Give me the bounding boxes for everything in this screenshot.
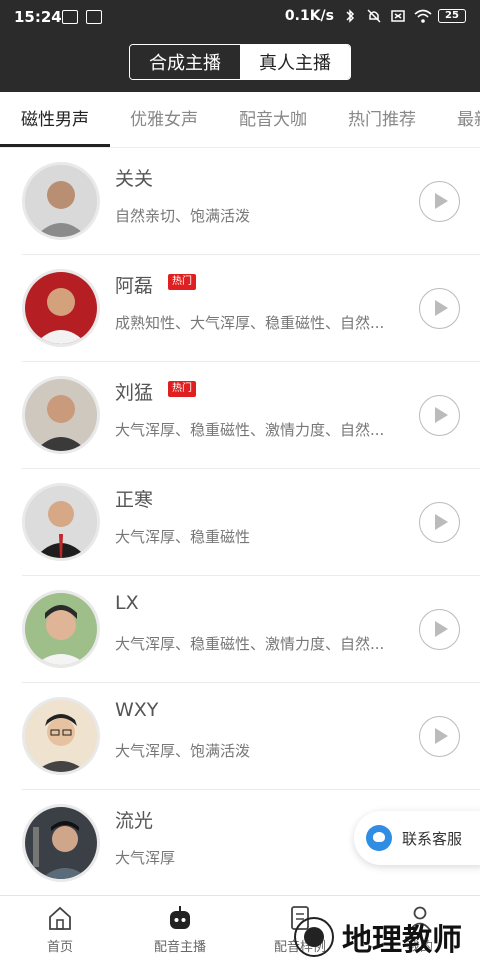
nav-dubbing-anchor[interactable]: 配音主播 [120, 896, 240, 960]
anchor-description: 大气浑厚 [115, 849, 176, 867]
nav-home[interactable]: 首页 [0, 896, 120, 960]
wifi-icon [414, 8, 432, 24]
play-icon[interactable] [419, 609, 460, 650]
list-item[interactable]: 关关 自然亲切、饱满活泼 [22, 148, 480, 255]
anchor-description: 成熟知性、大气浑厚、稳重磁性、自然... [115, 314, 385, 332]
active-tab-indicator [0, 144, 110, 147]
anchor-description: 大气浑厚、稳重磁性、激情力度、自然... [115, 635, 385, 653]
hot-badge: 热门 [168, 381, 196, 397]
mute-bell-icon [366, 8, 382, 24]
sim-icon [390, 8, 406, 24]
play-icon[interactable] [419, 181, 460, 222]
battery-icon: 25 [438, 9, 466, 23]
anchor-name: 刘猛 [115, 382, 154, 404]
hot-badge: 热门 [168, 274, 196, 290]
anchor-name: 阿磊 [115, 275, 154, 297]
tab-hot-recommend[interactable]: 热门推荐 [348, 92, 416, 147]
robot-icon [167, 905, 193, 931]
customer-service-icon [366, 825, 392, 851]
avatar [22, 804, 100, 882]
notification-icon [62, 10, 78, 24]
avatar [22, 162, 100, 240]
play-icon[interactable] [419, 716, 460, 757]
status-bar: 15:24 0.1K/s 25 [0, 0, 480, 34]
bluetooth-icon [342, 8, 358, 24]
tab-magnetic-male[interactable]: 磁性男声 [21, 92, 89, 147]
avatar [22, 376, 100, 454]
anchor-list: 关关 自然亲切、饱满活泼 阿磊 热门 成熟知性、大气浑厚、稳重磁性、自然... … [0, 148, 480, 897]
notification-icons [62, 10, 102, 24]
list-item[interactable]: 阿磊 热门 成熟知性、大气浑厚、稳重磁性、自然... [22, 255, 480, 362]
anchor-description: 自然亲切、饱满活泼 [115, 207, 251, 225]
anchor-type-switch: 合成主播 真人主播 [129, 44, 351, 80]
tab-real-anchor[interactable]: 真人主播 [240, 45, 350, 79]
play-icon[interactable] [419, 395, 460, 436]
notification-icon [86, 10, 102, 24]
tab-elegant-female[interactable]: 优雅女声 [130, 92, 198, 147]
anchor-description: 大气浑厚、稳重磁性 [115, 528, 251, 546]
contact-service-label: 联系客服 [402, 829, 463, 848]
anchor-description: 大气浑厚、稳重磁性、激情力度、自然... [115, 421, 385, 439]
avatar [22, 483, 100, 561]
list-item[interactable]: 正寒 大气浑厚、稳重磁性 [22, 469, 480, 576]
play-icon[interactable] [419, 502, 460, 543]
network-speed: 0.1K/s [284, 8, 334, 24]
watermark-text: 地理教师 [342, 923, 462, 958]
anchor-name: 流光 [115, 810, 154, 832]
status-right: 0.1K/s 25 [285, 8, 466, 24]
play-icon[interactable] [419, 288, 460, 329]
category-tabs: 磁性男声 优雅女声 配音大咖 热门推荐 最新 [0, 92, 480, 148]
avatar [22, 590, 100, 668]
home-icon [47, 905, 73, 931]
anchor-name: WXY [115, 699, 159, 721]
contact-service-button[interactable]: 联系客服 [354, 811, 480, 865]
anchor-description: 大气浑厚、饱满活泼 [115, 742, 251, 760]
header-bar: 15:24 0.1K/s 25 合成主播 真人主播 [0, 0, 480, 92]
tab-newest[interactable]: 最新 [457, 92, 480, 147]
status-time: 15:24 [14, 8, 62, 26]
nav-home-label: 首页 [46, 940, 73, 955]
avatar [22, 269, 100, 347]
tab-dubbing-star[interactable]: 配音大咖 [239, 92, 307, 147]
list-item[interactable]: 刘猛 热门 大气浑厚、稳重磁性、激情力度、自然... [22, 362, 480, 469]
list-item[interactable]: LX 大气浑厚、稳重磁性、激情力度、自然... [22, 576, 480, 683]
tab-synthetic-anchor[interactable]: 合成主播 [130, 45, 240, 79]
nav-dubbing-anchor-label: 配音主播 [153, 940, 206, 955]
watermark-logo-icon [294, 917, 334, 957]
watermark: 地理教师 [294, 915, 462, 959]
anchor-name: 关关 [115, 168, 154, 190]
avatar [22, 697, 100, 775]
anchor-name: 正寒 [115, 489, 154, 511]
anchor-name: LX [115, 592, 139, 614]
list-item[interactable]: WXY 大气浑厚、饱满活泼 [22, 683, 480, 790]
